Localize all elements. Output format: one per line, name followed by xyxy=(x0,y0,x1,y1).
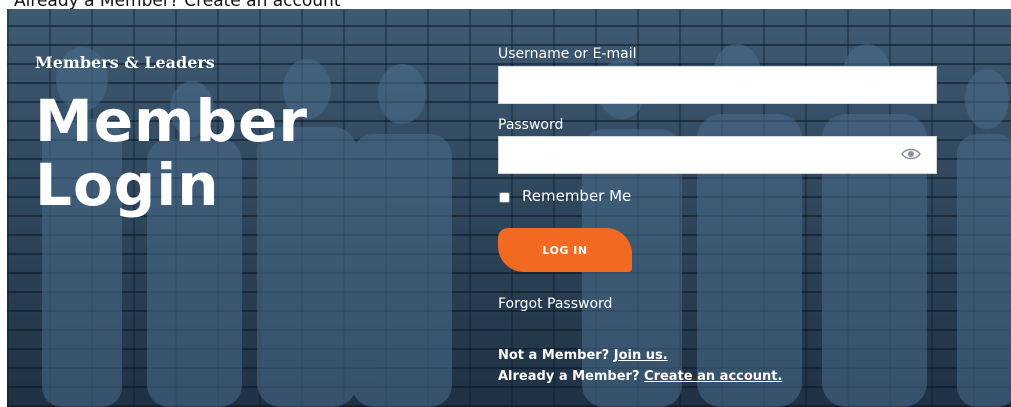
page-title-line1: Member xyxy=(35,87,308,155)
already-member-text: Already a Member? xyxy=(498,369,640,384)
create-account-link[interactable]: Create an account. xyxy=(644,369,782,384)
remember-me-label: Remember Me xyxy=(522,187,632,205)
eye-icon[interactable] xyxy=(901,146,921,162)
join-line: Not a Member? Join us. xyxy=(498,348,668,363)
password-input[interactable] xyxy=(498,136,937,174)
username-label: Username or E-mail xyxy=(498,46,637,62)
login-button[interactable]: LOG IN xyxy=(498,228,632,272)
page-title: Member Login xyxy=(35,89,308,217)
page-title-line2: Login xyxy=(35,151,220,219)
brand-name: Members & Leaders xyxy=(35,53,215,72)
password-label: Password xyxy=(498,117,564,133)
forgot-password-link[interactable]: Forgot Password xyxy=(498,296,612,312)
join-link[interactable]: Join us. xyxy=(614,348,668,363)
username-input[interactable] xyxy=(498,66,937,104)
create-account-line: Already a Member? Create an account. xyxy=(498,369,782,384)
top-clipped-text: Already a Member? Create an account xyxy=(14,0,341,11)
not-member-text: Not a Member? xyxy=(498,348,610,363)
remember-me-checkbox[interactable] xyxy=(499,192,510,203)
